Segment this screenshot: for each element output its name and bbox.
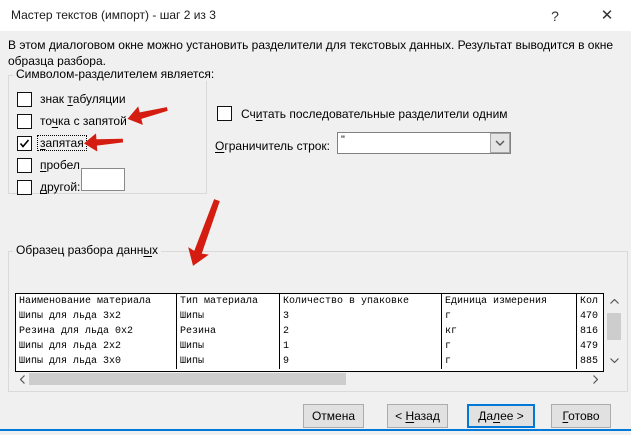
table-row: Шипы для льда 3x0 Шипы 9 г 885 xyxy=(16,354,603,369)
table-cell: Шипы xyxy=(177,309,280,324)
table-header-cell: Количество в упаковке xyxy=(280,294,442,309)
scroll-left-icon[interactable] xyxy=(16,372,28,386)
combobox-dropdown-button[interactable] xyxy=(490,133,510,153)
finish-button[interactable]: Готово xyxy=(551,404,611,428)
data-preview-groupbox: Образец разбора данных Наименование мате… xyxy=(8,251,628,392)
checkbox-label-other: другой: xyxy=(38,180,82,194)
table-cell: г xyxy=(442,354,577,369)
other-delimiter-input[interactable] xyxy=(81,168,125,191)
table-cell: кг xyxy=(442,324,577,339)
text-import-wizard-dialog: Мастер текстов (импорт) - шаг 2 из 3 ? ✕… xyxy=(0,0,631,435)
text-qualifier-label: Ограничитель строк: xyxy=(215,139,330,153)
dialog-description: В этом диалоговом окне можно установить … xyxy=(8,37,620,69)
checkbox-label-tab: знак табуляции xyxy=(38,92,128,106)
checkbox-consecutive[interactable] xyxy=(217,106,232,121)
table-cell: г xyxy=(442,339,577,354)
checkbox-tab[interactable] xyxy=(17,92,32,107)
checkbox-label-comma: запятая xyxy=(38,136,86,150)
checkbox-row-other[interactable]: другой: xyxy=(17,179,82,195)
scroll-up-icon[interactable] xyxy=(606,295,622,307)
table-cell: Шипы xyxy=(177,354,280,369)
table-cell: Шипы для льда 3x0 xyxy=(16,354,177,369)
window-title: Мастер текстов (импорт) - шаг 2 из 3 xyxy=(11,8,216,22)
table-header-cell: Кол xyxy=(577,294,603,309)
description-line-1: В этом диалоговом окне можно установить … xyxy=(8,37,620,53)
checkbox-row-consecutive[interactable]: Считать последовательные разделители одн… xyxy=(217,106,510,121)
back-button[interactable]: < Назад xyxy=(387,404,448,428)
table-cell: Шипы для льда 2x2 xyxy=(16,339,177,354)
table-header-cell: Единица измерения xyxy=(442,294,577,309)
scroll-down-icon[interactable] xyxy=(606,354,622,366)
table-cell: 479 xyxy=(577,339,603,354)
check-icon xyxy=(18,137,31,150)
scroll-right-icon[interactable] xyxy=(589,372,601,386)
text-qualifier-value: " xyxy=(338,133,490,153)
next-button[interactable]: Далее > xyxy=(467,404,535,428)
table-cell: 3 xyxy=(280,309,442,324)
table-header-row: Наименование материала Тип материала Кол… xyxy=(16,294,603,309)
checkbox-comma[interactable] xyxy=(17,136,32,151)
help-icon[interactable]: ? xyxy=(540,4,570,28)
delimiters-group-title: Символом-разделителем является: xyxy=(13,67,217,81)
checkbox-space[interactable] xyxy=(17,158,32,173)
cancel-button[interactable]: Отмена xyxy=(303,404,364,428)
checkbox-label-space: пробел xyxy=(38,158,82,172)
table-cell: Шипы xyxy=(177,339,280,354)
text-qualifier-combobox[interactable]: " xyxy=(337,132,511,154)
preview-horizontal-scrollbar[interactable] xyxy=(15,372,602,386)
data-preview-group-title: Образец разбора данных xyxy=(13,243,161,257)
checkbox-row-semicolon[interactable]: точка с запятой xyxy=(17,113,129,129)
table-cell: Резина для льда 0x2 xyxy=(16,324,177,339)
checkbox-row-space[interactable]: пробел xyxy=(17,157,82,173)
table-cell: 9 xyxy=(280,354,442,369)
checkbox-label-semicolon: точка с запятой xyxy=(38,114,129,128)
data-preview-table: Наименование материала Тип материала Кол… xyxy=(15,293,604,372)
table-cell: 816 xyxy=(577,324,603,339)
table-cell: Шипы для льда 3x2 xyxy=(16,309,177,324)
close-icon[interactable]: ✕ xyxy=(592,4,622,28)
preview-vertical-scrollbar[interactable] xyxy=(606,293,622,370)
table-cell: 885 xyxy=(577,354,603,369)
checkbox-semicolon[interactable] xyxy=(17,114,32,129)
checkbox-row-tab[interactable]: знак табуляции xyxy=(17,91,128,107)
chevron-down-icon xyxy=(495,140,505,146)
horizontal-scrollbar-thumb[interactable] xyxy=(29,373,346,385)
table-cell: 470 xyxy=(577,309,603,324)
table-header-cell: Тип материала xyxy=(177,294,280,309)
table-cell: 1 xyxy=(280,339,442,354)
table-header-cell: Наименование материала xyxy=(16,294,177,309)
vertical-scrollbar-thumb[interactable] xyxy=(607,313,621,340)
titlebar: Мастер текстов (импорт) - шаг 2 из 3 ? ✕ xyxy=(0,0,631,31)
table-row: Резина для льда 0x2 Резина 2 кг 816 xyxy=(16,324,603,339)
checkbox-label-consecutive: Считать последовательные разделители одн… xyxy=(239,107,510,121)
table-cell: г xyxy=(442,309,577,324)
table-row: Шипы для льда 3x2 Шипы 3 г 470 xyxy=(16,309,603,324)
table-cell: Резина xyxy=(177,324,280,339)
checkbox-row-comma[interactable]: запятая xyxy=(17,135,86,151)
window-accent-border xyxy=(0,429,631,431)
table-row: Шипы для льда 2x2 Шипы 1 г 479 xyxy=(16,339,603,354)
table-cell: 2 xyxy=(280,324,442,339)
annotation-arrow-comma xyxy=(81,131,124,154)
checkbox-other[interactable] xyxy=(17,180,32,195)
